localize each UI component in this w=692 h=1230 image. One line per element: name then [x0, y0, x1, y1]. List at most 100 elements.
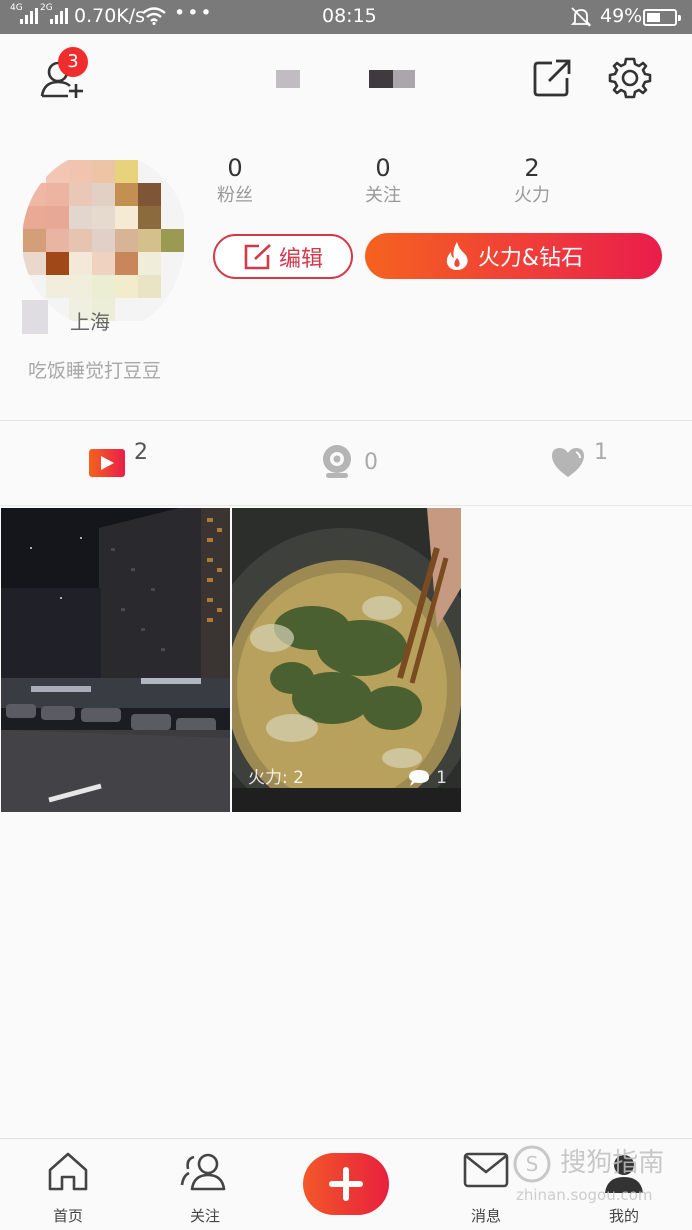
watermark: S 搜狗指南 [512, 1142, 664, 1184]
avatar-pixel [161, 252, 184, 275]
avatar-pixel [23, 160, 46, 183]
night-street-image [1, 508, 230, 812]
avatar-pixel [69, 275, 92, 298]
stat-following-label: 关注 [365, 185, 401, 206]
flame-icon [446, 242, 468, 270]
avatar-pixel [69, 160, 92, 183]
stat-fans-value: 0 [227, 154, 243, 182]
settings-gear-icon[interactable] [608, 56, 652, 100]
tab-videos-count: 2 [134, 440, 148, 465]
tab-likes-count: 1 [594, 440, 608, 465]
home-icon [48, 1152, 88, 1191]
redaction-block [369, 70, 393, 88]
wifi-icon [142, 7, 166, 25]
avatar-pixel [138, 206, 161, 229]
heart-icon [552, 448, 584, 477]
nav-home[interactable]: 首页 [13, 1139, 123, 1230]
avatar-pixel [138, 229, 161, 252]
video-comments: 1 [408, 768, 447, 788]
stat-following[interactable]: 0 关注 [348, 152, 418, 208]
avatar-pixel [92, 160, 115, 183]
avatar-pixel [46, 160, 69, 183]
avatar-pixel [46, 275, 69, 298]
avatar-pixel [161, 298, 184, 321]
status-bar: 4G 2G 0.70K/s ••• 08:15 49% [0, 0, 692, 34]
avatar-pixel [138, 252, 161, 275]
battery-percent: 49% [600, 5, 643, 27]
avatar-pixel [69, 183, 92, 206]
battery-icon [643, 9, 681, 26]
avatar-pixel [161, 275, 184, 298]
avatar-pixel [23, 229, 46, 252]
stat-following-value: 0 [375, 154, 391, 182]
avatar-pixel [69, 252, 92, 275]
avatar-pixel [92, 275, 115, 298]
tab-likes[interactable]: 1 [550, 440, 620, 490]
plus-icon [329, 1167, 363, 1201]
avatar-pixel [69, 229, 92, 252]
avatar-pixel [161, 160, 184, 183]
tab-live-count: 0 [364, 450, 378, 475]
edit-profile-button[interactable]: 编辑 [213, 234, 353, 279]
more-dots: ••• [174, 2, 214, 24]
avatar-pixel [92, 229, 115, 252]
avatar-pixel [92, 206, 115, 229]
signal-4g-icon: 4G [10, 3, 40, 29]
envelope-icon [463, 1152, 509, 1188]
network-speed: 0.70K/s [74, 5, 146, 27]
avatar-pixel [23, 252, 46, 275]
username-text: 上海 [70, 310, 110, 334]
avatar-pixel [23, 206, 46, 229]
avatar-pixel [138, 298, 161, 321]
fire-diamond-label: 火力&钻石 [477, 246, 584, 271]
nav-messages-label: 消息 [470, 1207, 501, 1225]
camera-icon [323, 445, 351, 478]
clock: 08:15 [322, 5, 377, 27]
watermark-url: zhinan.sogou.com [516, 1186, 653, 1204]
follow-people-icon [180, 1153, 226, 1191]
avatar-pixel [115, 206, 138, 229]
avatar-pixel [138, 183, 161, 206]
watermark-text: 搜狗指南 [560, 1148, 665, 1178]
avatar-pixel [138, 275, 161, 298]
avatar-pixel [115, 160, 138, 183]
avatar-pixel [115, 275, 138, 298]
username: 上海 [22, 300, 112, 334]
video-play-icon [89, 449, 125, 477]
edit-label: 编辑 [278, 246, 323, 272]
avatar-pixel [46, 206, 69, 229]
share-icon[interactable] [532, 58, 572, 98]
nav-home-label: 首页 [52, 1207, 83, 1225]
avatar-pixel [138, 160, 161, 183]
mute-bell-icon [570, 7, 592, 27]
avatar-pixel [46, 229, 69, 252]
nav-follow[interactable]: 关注 [150, 1139, 260, 1230]
signal-2g-icon: 2G [40, 3, 70, 29]
fire-diamond-button[interactable]: 火力&钻石 [365, 233, 662, 279]
avatar-pixel [69, 206, 92, 229]
tab-live[interactable]: 0 [320, 440, 390, 490]
avatar-pixel [92, 252, 115, 275]
avatar-pixel [161, 206, 184, 229]
redaction-block [393, 70, 415, 88]
svg-text:S: S [526, 1152, 539, 1176]
stat-fans[interactable]: 0 粉丝 [200, 152, 270, 208]
avatar-pixel [115, 252, 138, 275]
tab-videos[interactable]: 2 [88, 440, 158, 490]
nav-me-label: 我的 [608, 1207, 639, 1225]
avatar-pixel [23, 275, 46, 298]
edit-icon [244, 243, 271, 269]
video-thumbnail[interactable]: 火力: 2 1 [232, 508, 461, 812]
avatar-pixel [92, 183, 115, 206]
avatar-pixel [161, 229, 184, 252]
create-post-button[interactable] [303, 1153, 389, 1215]
notification-badge: 3 [58, 47, 88, 77]
stat-fire[interactable]: 2 火力 [497, 152, 567, 208]
comment-count: 1 [436, 768, 447, 788]
video-thumbnail[interactable] [1, 508, 230, 812]
profile-header: 3 [0, 34, 692, 120]
stat-fire-value: 2 [524, 154, 540, 182]
avatar-pixel [46, 183, 69, 206]
sogou-logo-icon: S [513, 1145, 551, 1182]
avatar-pixel [161, 183, 184, 206]
